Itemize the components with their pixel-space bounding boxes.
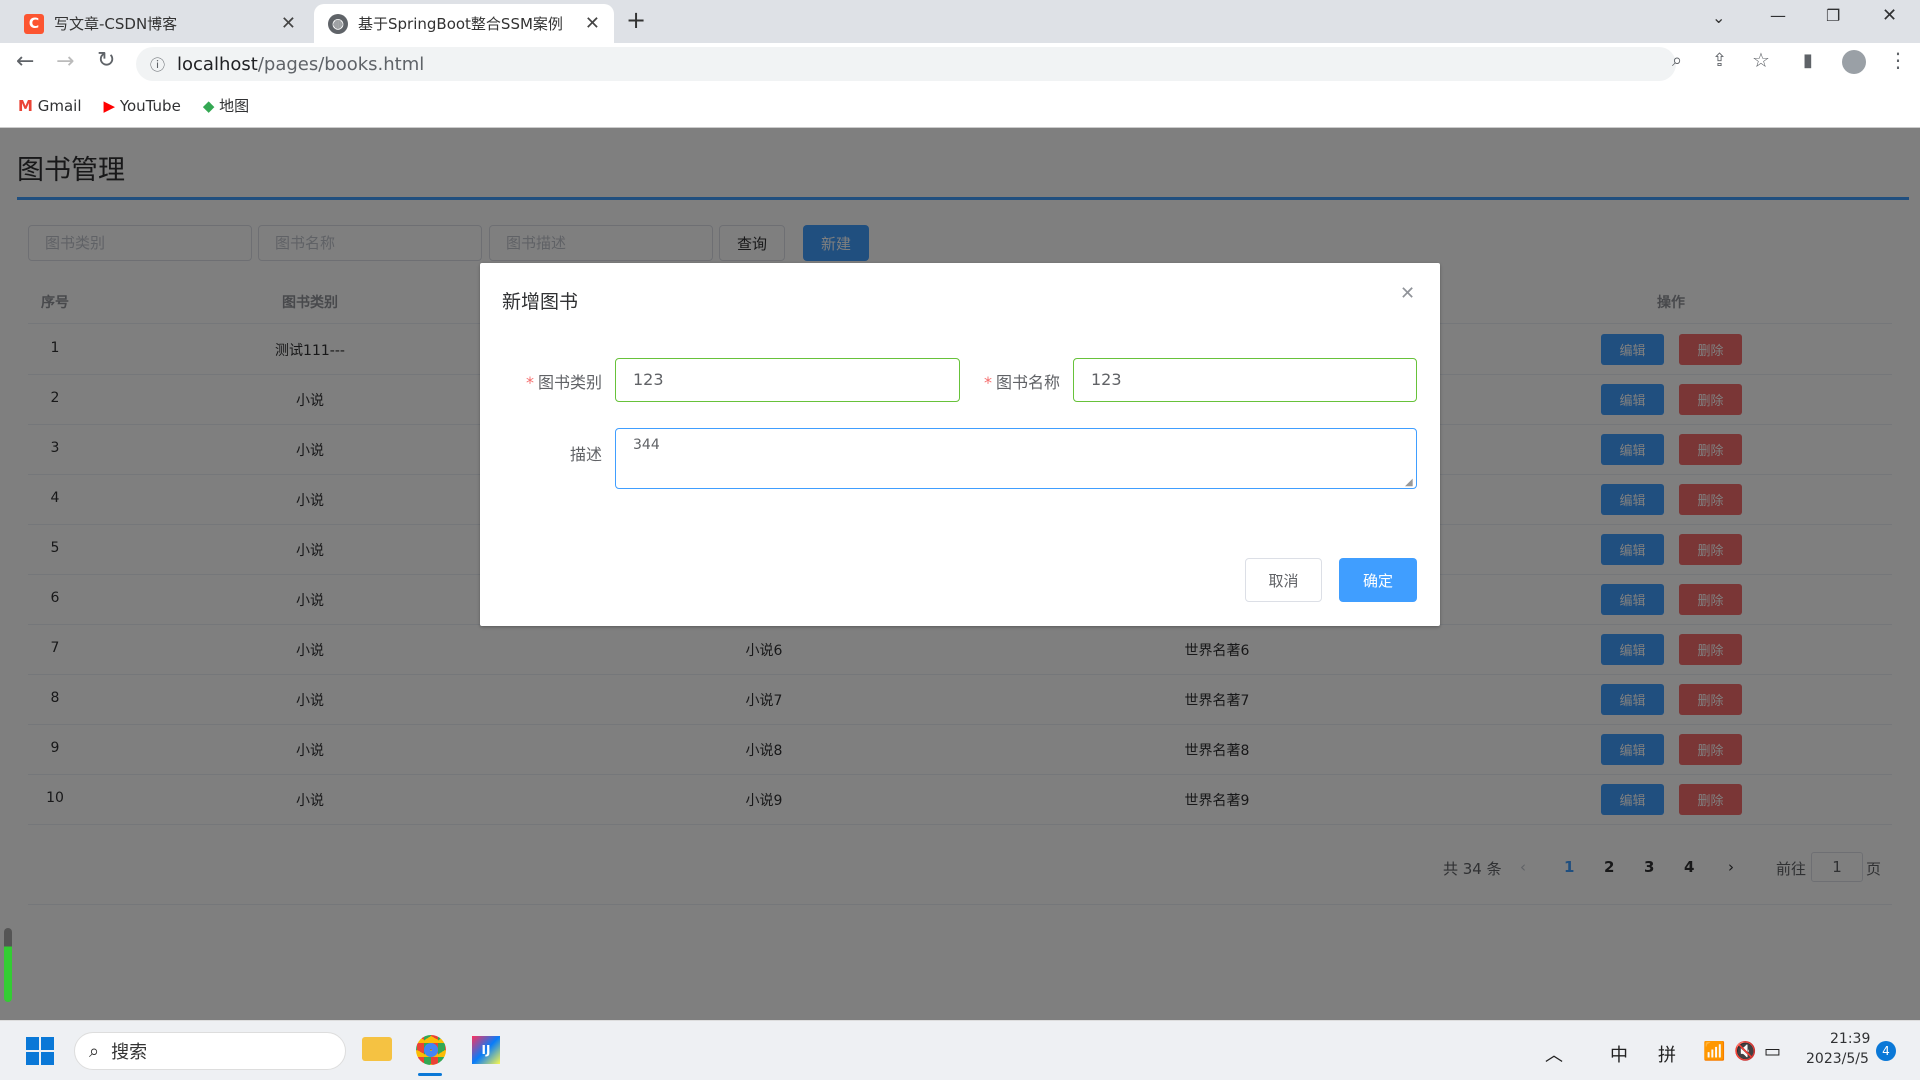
close-icon[interactable]: ✕ xyxy=(1400,283,1415,304)
address-bar-area: ← → ↻ ⓘ localhost/pages/books.html ⌕ ⇪ ☆… xyxy=(0,43,1920,84)
minimize-icon[interactable]: — xyxy=(1770,6,1786,25)
name-input[interactable]: 123 xyxy=(1073,358,1417,402)
close-window-icon[interactable]: ✕ xyxy=(1882,5,1897,26)
forward-icon[interactable]: → xyxy=(56,49,74,74)
share-icon[interactable]: ⇪ xyxy=(1712,50,1727,71)
bookmark-label: Gmail xyxy=(37,96,82,115)
cancel-button[interactable]: 取消 xyxy=(1245,558,1322,602)
info-icon: ⓘ xyxy=(150,55,166,74)
url-path: /pages/books.html xyxy=(257,53,425,75)
bookmark-star-icon[interactable]: ☆ xyxy=(1752,48,1770,72)
url-host: localhost xyxy=(177,53,258,75)
taskbar-search[interactable]: ⌕ 搜索 xyxy=(74,1032,346,1070)
reload-icon[interactable]: ↻ xyxy=(97,48,115,73)
tab-title: 写文章-CSDN博客 xyxy=(54,15,178,33)
intellij-icon[interactable]: IJ xyxy=(472,1036,500,1064)
name-label-text: 图书名称 xyxy=(995,373,1060,392)
chrome-icon[interactable] xyxy=(416,1035,446,1065)
bookmark-gmail[interactable]: M Gmail xyxy=(18,97,81,115)
tab-search-icon[interactable]: ⌄ xyxy=(1712,8,1725,27)
type-label-text: 图书类别 xyxy=(537,373,602,392)
side-panel-icon[interactable]: ▮ xyxy=(1803,50,1813,71)
restore-icon[interactable]: ❐ xyxy=(1826,6,1840,25)
tab-bar: C 写文章-CSDN博客 ✕ ◍ 基于SpringBoot整合SSM案例 ✕ +… xyxy=(0,0,1920,43)
close-tab-icon[interactable]: ✕ xyxy=(281,13,296,34)
bookmark-label: 地图 xyxy=(219,97,250,115)
taskbar: ⌕ 搜索 IJ ︿ 中 拼 📶 🔇 ▭ 21:39 2023/5/5 4 xyxy=(0,1020,1920,1080)
new-tab-icon[interactable]: + xyxy=(626,6,646,34)
zoom-icon[interactable]: ⌕ xyxy=(1672,50,1682,71)
tab-csdn[interactable]: C 写文章-CSDN博客 ✕ xyxy=(10,4,310,43)
url-input[interactable]: ⓘ localhost/pages/books.html xyxy=(136,47,1676,81)
desc-label: 描述 xyxy=(569,445,602,464)
clock-date[interactable]: 2023/5/5 xyxy=(1806,1051,1869,1067)
youtube-icon: ▶ xyxy=(103,96,116,115)
bookmarks-bar: M Gmail ▶ YouTube ◆ 地图 xyxy=(0,84,1920,128)
wifi-icon[interactable]: 📶 xyxy=(1703,1041,1725,1062)
clock-time[interactable]: 21:39 xyxy=(1830,1031,1870,1047)
windows-start-icon[interactable] xyxy=(26,1037,54,1065)
type-label: * 图书类别 xyxy=(525,373,602,392)
back-icon[interactable]: ← xyxy=(16,49,34,74)
notification-badge[interactable]: 4 xyxy=(1876,1041,1896,1061)
search-icon: ⌕ xyxy=(89,1040,100,1062)
menu-icon[interactable]: ⋮ xyxy=(1888,48,1908,72)
volume-indicator xyxy=(4,928,12,1002)
name-label: * 图书名称 xyxy=(983,373,1060,392)
bookmark-youtube[interactable]: ▶ YouTube xyxy=(103,97,180,115)
close-tab-icon[interactable]: ✕ xyxy=(585,13,600,34)
globe-icon: ◍ xyxy=(328,13,348,34)
bookmark-maps[interactable]: ◆ 地图 xyxy=(203,95,249,116)
tab-books[interactable]: ◍ 基于SpringBoot整合SSM案例 ✕ xyxy=(314,4,614,43)
tray-chevron-icon[interactable]: ︿ xyxy=(1545,1041,1563,1067)
bookmark-label: YouTube xyxy=(119,96,181,115)
battery-icon[interactable]: ▭ xyxy=(1764,1041,1781,1062)
tab-title: 基于SpringBoot整合SSM案例 xyxy=(358,15,563,33)
dialog-title: 新增图书 xyxy=(502,291,579,313)
taskbar-search-label: 搜索 xyxy=(111,1042,148,1063)
type-input[interactable]: 123 xyxy=(615,358,960,402)
ime-mode[interactable]: 中 xyxy=(1610,1041,1628,1067)
file-explorer-icon[interactable] xyxy=(362,1037,392,1061)
ime-pinyin[interactable]: 拼 xyxy=(1658,1041,1676,1067)
mute-icon[interactable]: 🔇 xyxy=(1734,1041,1756,1062)
maps-icon: ◆ xyxy=(202,97,215,115)
gmail-icon: M xyxy=(18,96,33,115)
csdn-icon: C xyxy=(24,13,44,34)
add-book-dialog: 新增图书 ✕ * 图书类别 123 * 图书名称 123 描述 344 ◢ 取消 确… xyxy=(480,263,1440,626)
profile-avatar-icon[interactable] xyxy=(1842,50,1866,74)
active-app-indicator xyxy=(418,1073,442,1076)
confirm-button[interactable]: 确定 xyxy=(1339,558,1417,602)
desc-textarea[interactable]: 344 xyxy=(615,428,1417,489)
resize-handle-icon[interactable]: ◢ xyxy=(1405,477,1413,488)
